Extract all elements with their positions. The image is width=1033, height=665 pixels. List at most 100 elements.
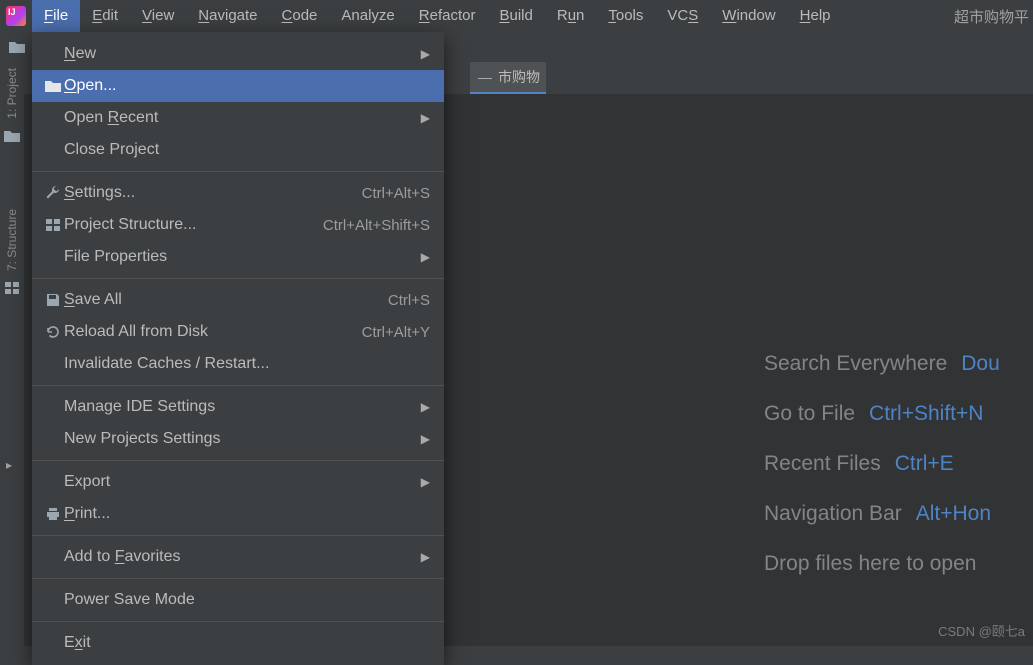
minimize-icon[interactable]: — bbox=[478, 69, 492, 85]
menu-item-shortcut: Ctrl+Alt+S bbox=[362, 185, 430, 202]
empty-state-hints: Search Everywhere Dou Go to File Ctrl+Shift… bbox=[764, 352, 1000, 576]
window-title-fragment: 超市购物平 bbox=[954, 6, 1033, 27]
menu-item-new-projects-settings[interactable]: New Projects Settings ▶ bbox=[32, 423, 444, 455]
menu-item-label: Print... bbox=[64, 505, 430, 523]
menu-item-label: Invalidate Caches / Restart... bbox=[64, 355, 430, 373]
submenu-arrow-icon: ▶ bbox=[421, 47, 430, 61]
hint-row: Drop files here to open bbox=[764, 552, 1000, 576]
menu-refactor[interactable]: Refactor bbox=[407, 0, 488, 32]
hint-shortcut: Ctrl+Shift+N bbox=[869, 402, 983, 426]
folder-icon bbox=[42, 79, 64, 93]
file-menu-dropdown: New ▶ Open... Open Recent ▶ Close Project Sett… bbox=[32, 32, 444, 665]
tab-label: 市购物 bbox=[498, 67, 540, 87]
menu-item-exit[interactable]: Exit bbox=[32, 627, 444, 659]
submenu-arrow-icon: ▶ bbox=[421, 550, 430, 564]
submenu-arrow-icon: ▶ bbox=[421, 475, 430, 489]
structure-icon bbox=[4, 281, 20, 295]
menu-separator bbox=[32, 621, 444, 622]
menubar: FileEditViewNavigateCodeAnalyzeRefactorB… bbox=[0, 0, 1033, 32]
hint-label: Search Everywhere bbox=[764, 352, 947, 376]
menu-item-label: Manage IDE Settings bbox=[64, 398, 413, 416]
menu-item-close-project[interactable]: Close Project bbox=[32, 134, 444, 166]
menu-run[interactable]: Run bbox=[545, 0, 597, 32]
app-logo bbox=[0, 0, 32, 32]
menu-navigate[interactable]: Navigate bbox=[186, 0, 269, 32]
menu-item-label: Save All bbox=[64, 291, 388, 309]
menu-item-shortcut: Ctrl+Alt+Shift+S bbox=[323, 217, 430, 234]
hint-label: Recent Files bbox=[764, 452, 881, 476]
menu-separator bbox=[32, 578, 444, 579]
menu-edit[interactable]: Edit bbox=[80, 0, 130, 32]
submenu-arrow-icon: ▶ bbox=[421, 432, 430, 446]
reload-icon bbox=[42, 324, 64, 340]
hint-shortcut: Dou bbox=[961, 352, 1000, 376]
hint-shortcut: Alt+Hon bbox=[916, 502, 991, 526]
structure-icon bbox=[42, 218, 64, 232]
menu-item-label: New Projects Settings bbox=[64, 430, 413, 448]
menu-item-save-all[interactable]: Save AllCtrl+S bbox=[32, 284, 444, 316]
menu-item-manage-ide-settings[interactable]: Manage IDE Settings ▶ bbox=[32, 391, 444, 423]
menu-window[interactable]: Window bbox=[710, 0, 787, 32]
hint-row: Go to File Ctrl+Shift+N bbox=[764, 402, 1000, 426]
submenu-arrow-icon: ▶ bbox=[421, 250, 430, 264]
menu-item-label: New bbox=[64, 45, 413, 63]
menu-item-power-save-mode[interactable]: Power Save Mode bbox=[32, 584, 444, 616]
menu-code[interactable]: Code bbox=[270, 0, 330, 32]
menu-item-label: Open... bbox=[64, 77, 430, 95]
editor-tab[interactable]: — 市购物 bbox=[470, 62, 546, 94]
menu-view[interactable]: View bbox=[130, 0, 186, 32]
menu-item-shortcut: Ctrl+S bbox=[388, 292, 430, 309]
tool-window-button--structure[interactable]: 7: Structure bbox=[5, 209, 19, 271]
intellij-icon bbox=[6, 6, 26, 26]
menu-item-label: Project Structure... bbox=[64, 216, 323, 234]
menu-item-label: Open Recent bbox=[64, 109, 413, 127]
menu-item-export[interactable]: Export ▶ bbox=[32, 466, 444, 498]
menu-item-project-structure[interactable]: Project Structure...Ctrl+Alt+Shift+S bbox=[32, 209, 444, 241]
menu-item-label: Reload All from Disk bbox=[64, 323, 362, 341]
menu-item-reload-all-from-disk[interactable]: Reload All from DiskCtrl+Alt+Y bbox=[32, 316, 444, 348]
hint-row: Navigation Bar Alt+Hon bbox=[764, 502, 1000, 526]
menu-tools[interactable]: Tools bbox=[596, 0, 655, 32]
hint-row: Recent Files Ctrl+E bbox=[764, 452, 1000, 476]
menu-item-shortcut: Ctrl+Alt+Y bbox=[362, 324, 430, 341]
menu-item-add-to-favorites[interactable]: Add to Favorites ▶ bbox=[32, 541, 444, 573]
watermark: CSDN @颐七a bbox=[938, 621, 1025, 640]
menu-file[interactable]: File bbox=[32, 0, 80, 32]
hint-label: Drop files here to open bbox=[764, 552, 976, 576]
save-icon bbox=[42, 292, 64, 308]
menu-separator bbox=[32, 278, 444, 279]
folder-icon bbox=[3, 129, 21, 143]
menu-build[interactable]: Build bbox=[487, 0, 544, 32]
menu-item-label: Add to Favorites bbox=[64, 548, 413, 566]
menu-item-label: Power Save Mode bbox=[64, 591, 430, 609]
menu-item-open[interactable]: Open... bbox=[32, 70, 444, 102]
menu-item-label: Settings... bbox=[64, 184, 362, 202]
menu-item-new[interactable]: New ▶ bbox=[32, 38, 444, 70]
hint-shortcut: Ctrl+E bbox=[895, 452, 954, 476]
wrench-icon bbox=[42, 185, 64, 201]
menu-item-label: Close Project bbox=[64, 141, 430, 159]
menu-item-print[interactable]: Print... bbox=[32, 498, 444, 530]
menu-item-settings[interactable]: Settings...Ctrl+Alt+S bbox=[32, 177, 444, 209]
print-icon bbox=[42, 507, 64, 521]
submenu-arrow-icon: ▶ bbox=[421, 400, 430, 414]
menu-item-label: Export bbox=[64, 473, 413, 491]
menu-item-invalidate-caches-restart[interactable]: Invalidate Caches / Restart... bbox=[32, 348, 444, 380]
menu-separator bbox=[32, 460, 444, 461]
menu-item-open-recent[interactable]: Open Recent ▶ bbox=[32, 102, 444, 134]
tool-window-stripe-left: 1: Project 7: Structure bbox=[0, 62, 24, 646]
menu-item-file-properties[interactable]: File Properties ▶ bbox=[32, 241, 444, 273]
menu-vcs[interactable]: VCS bbox=[655, 0, 710, 32]
hint-row: Search Everywhere Dou bbox=[764, 352, 1000, 376]
menu-help[interactable]: Help bbox=[788, 0, 843, 32]
stripe-expand-icon[interactable]: ▸ bbox=[6, 458, 12, 472]
menu-separator bbox=[32, 171, 444, 172]
submenu-arrow-icon: ▶ bbox=[421, 111, 430, 125]
menu-analyze[interactable]: Analyze bbox=[329, 0, 406, 32]
menu-separator bbox=[32, 385, 444, 386]
hint-label: Navigation Bar bbox=[764, 502, 902, 526]
hint-label: Go to File bbox=[764, 402, 855, 426]
tool-window-button--project[interactable]: 1: Project bbox=[5, 68, 19, 119]
menu-item-label: File Properties bbox=[64, 248, 413, 266]
menu-separator bbox=[32, 535, 444, 536]
